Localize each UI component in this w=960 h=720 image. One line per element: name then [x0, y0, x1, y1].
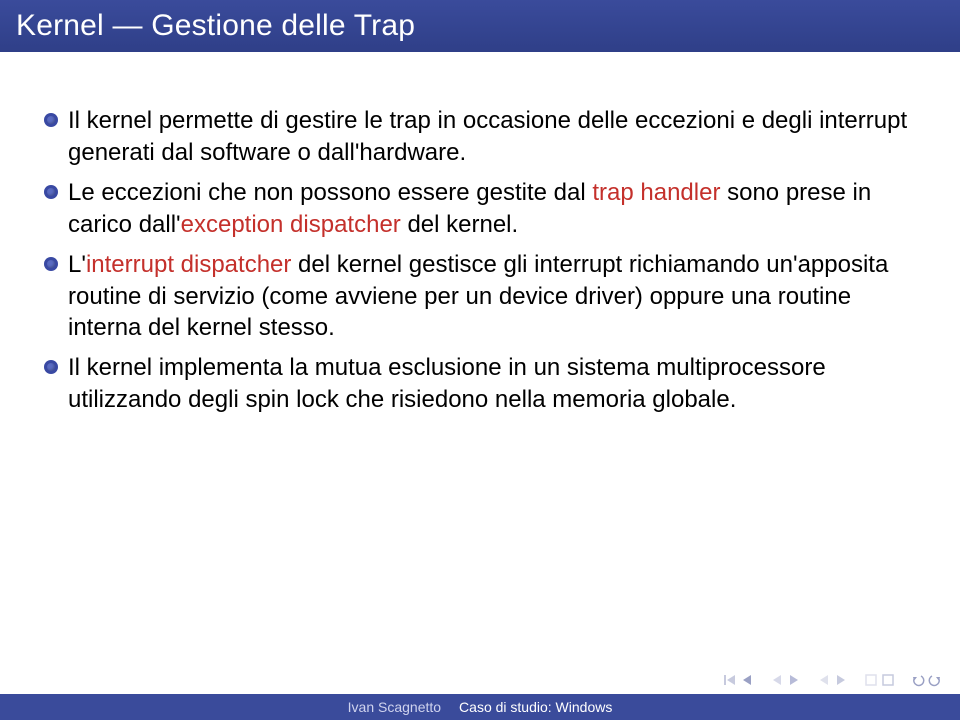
nav-first-prev[interactable] [723, 673, 754, 687]
nav-prev-sub-icon [817, 673, 831, 687]
nav-section-prev-next[interactable] [770, 673, 801, 687]
nav-redo-icon [928, 673, 942, 687]
nav-first-icon [723, 673, 737, 687]
footer-bar: Ivan Scagnetto Caso di studio: Windows [0, 694, 960, 720]
bullet-icon [44, 257, 58, 271]
bullet-text: L'interrupt dispatcher del kernel gestis… [68, 249, 908, 345]
nav-back-forward[interactable] [911, 673, 942, 687]
footer-topic: Caso di studio: Windows [459, 699, 612, 715]
bullet-text: Il kernel implementa la mutua esclusione… [68, 352, 908, 416]
list-item: Il kernel permette di gestire le trap in… [44, 105, 908, 169]
footer-author: Ivan Scagnetto [348, 699, 441, 715]
nav-bar [0, 666, 960, 694]
list-item: Il kernel implementa la mutua esclusione… [44, 352, 908, 416]
list-item: L'interrupt dispatcher del kernel gestis… [44, 249, 908, 345]
slide-body: Il kernel permette di gestire le trap in… [44, 105, 908, 424]
bullet-icon [44, 113, 58, 127]
title-bar: Kernel — Gestione delle Trap [0, 0, 960, 52]
nav-anim-prev-next[interactable] [864, 673, 895, 687]
nav-undo-icon [911, 673, 925, 687]
nav-prev-section-icon [770, 673, 784, 687]
nav-subsection-prev-next[interactable] [817, 673, 848, 687]
bullet-text: Il kernel permette di gestire le trap in… [68, 105, 908, 169]
slide-title: Kernel — Gestione delle Trap [16, 9, 415, 43]
bullet-icon [44, 360, 58, 374]
nav-prev-anim-icon [864, 673, 878, 687]
bullet-text: Le eccezioni che non possono essere gest… [68, 177, 908, 241]
nav-next-anim-icon [881, 673, 895, 687]
nav-next-sub-icon [834, 673, 848, 687]
list-item: Le eccezioni che non possono essere gest… [44, 177, 908, 241]
nav-next-section-icon [787, 673, 801, 687]
bullet-icon [44, 185, 58, 199]
nav-prev-icon [740, 673, 754, 687]
slide-root: Kernel — Gestione delle Trap Il kernel p… [0, 0, 960, 720]
